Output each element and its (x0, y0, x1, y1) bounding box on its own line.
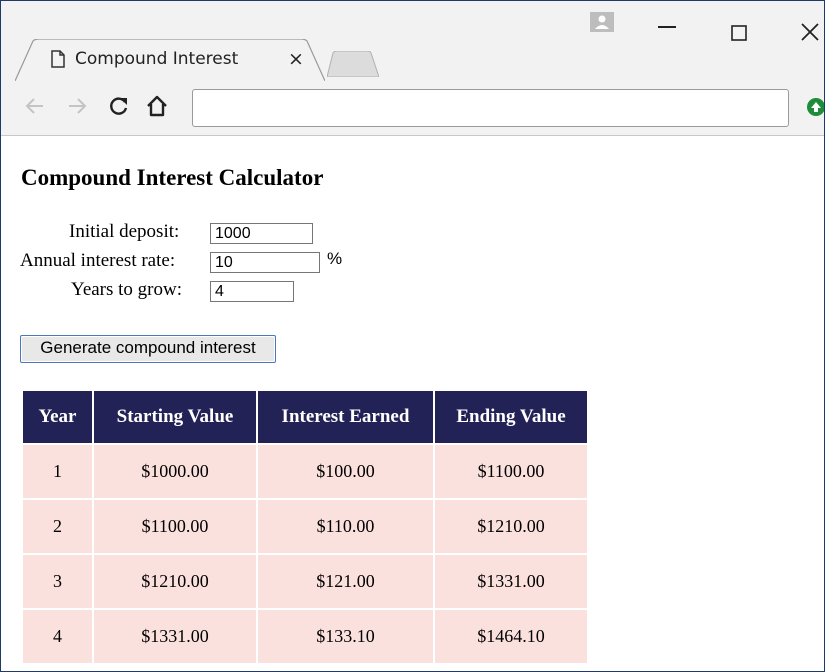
years-input[interactable] (210, 281, 294, 302)
cell-year: 2 (21, 498, 94, 555)
browser-window: Compound Interest × Compound Interest Ca… (0, 0, 825, 672)
results-table: Year Starting Value Interest Earned Endi… (21, 389, 589, 665)
cell-starting-value: $1210.00 (92, 553, 258, 610)
page-title: Compound Interest Calculator (21, 165, 324, 190)
close-icon[interactable] (801, 23, 819, 41)
table-row: 2 $1100.00 $110.00 $1210.00 (21, 498, 589, 555)
minimize-icon[interactable] (658, 25, 676, 29)
cell-year: 4 (21, 608, 94, 665)
cell-interest-earned: $121.00 (256, 553, 435, 610)
cell-starting-value: $1000.00 (92, 443, 258, 500)
title-bar: Compound Interest × (1, 1, 824, 81)
tab-title: Compound Interest (75, 49, 239, 69)
cell-starting-value: $1100.00 (92, 498, 258, 555)
table-header-row: Year Starting Value Interest Earned Endi… (21, 389, 589, 445)
tab-close-icon[interactable]: × (288, 48, 304, 70)
header-interest-earned: Interest Earned (256, 389, 435, 445)
profile-icon[interactable] (590, 12, 614, 32)
rate-label: Annual interest rate: (20, 250, 176, 271)
cell-interest-earned: $100.00 (256, 443, 435, 500)
reload-icon[interactable] (108, 95, 130, 117)
page-content: Compound Interest Calculator Initial dep… (1, 136, 824, 671)
table-row: 4 $1331.00 $133.10 $1464.10 (21, 608, 589, 665)
cell-ending-value: $1331.00 (433, 553, 589, 610)
table-row: 3 $1210.00 $121.00 $1331.00 (21, 553, 589, 610)
years-label: Years to grow: (71, 279, 183, 300)
cell-ending-value: $1100.00 (433, 443, 589, 500)
address-bar[interactable] (192, 89, 789, 127)
new-tab-button[interactable] (327, 51, 379, 77)
maximize-icon[interactable] (731, 25, 747, 41)
page-icon (51, 50, 65, 68)
generate-button[interactable]: Generate compound interest (20, 335, 276, 363)
header-ending-value: Ending Value (433, 389, 589, 445)
back-icon[interactable] (25, 96, 45, 116)
home-icon[interactable] (145, 94, 169, 118)
table-row: 1 $1000.00 $100.00 $1100.00 (21, 443, 589, 500)
cell-interest-earned: $133.10 (256, 608, 435, 665)
cell-year: 3 (21, 553, 94, 610)
deposit-input[interactable] (210, 223, 313, 244)
cell-interest-earned: $110.00 (256, 498, 435, 555)
deposit-label: Initial deposit: (69, 221, 180, 242)
extension-icon[interactable] (806, 97, 825, 117)
forward-icon[interactable] (67, 96, 87, 116)
cell-year: 1 (21, 443, 94, 500)
header-year: Year (21, 389, 94, 445)
cell-starting-value: $1331.00 (92, 608, 258, 665)
cell-ending-value: $1464.10 (433, 608, 589, 665)
rate-input[interactable] (210, 252, 320, 273)
percent-label: % (327, 249, 343, 268)
header-starting-value: Starting Value (92, 389, 258, 445)
cell-ending-value: $1210.00 (433, 498, 589, 555)
